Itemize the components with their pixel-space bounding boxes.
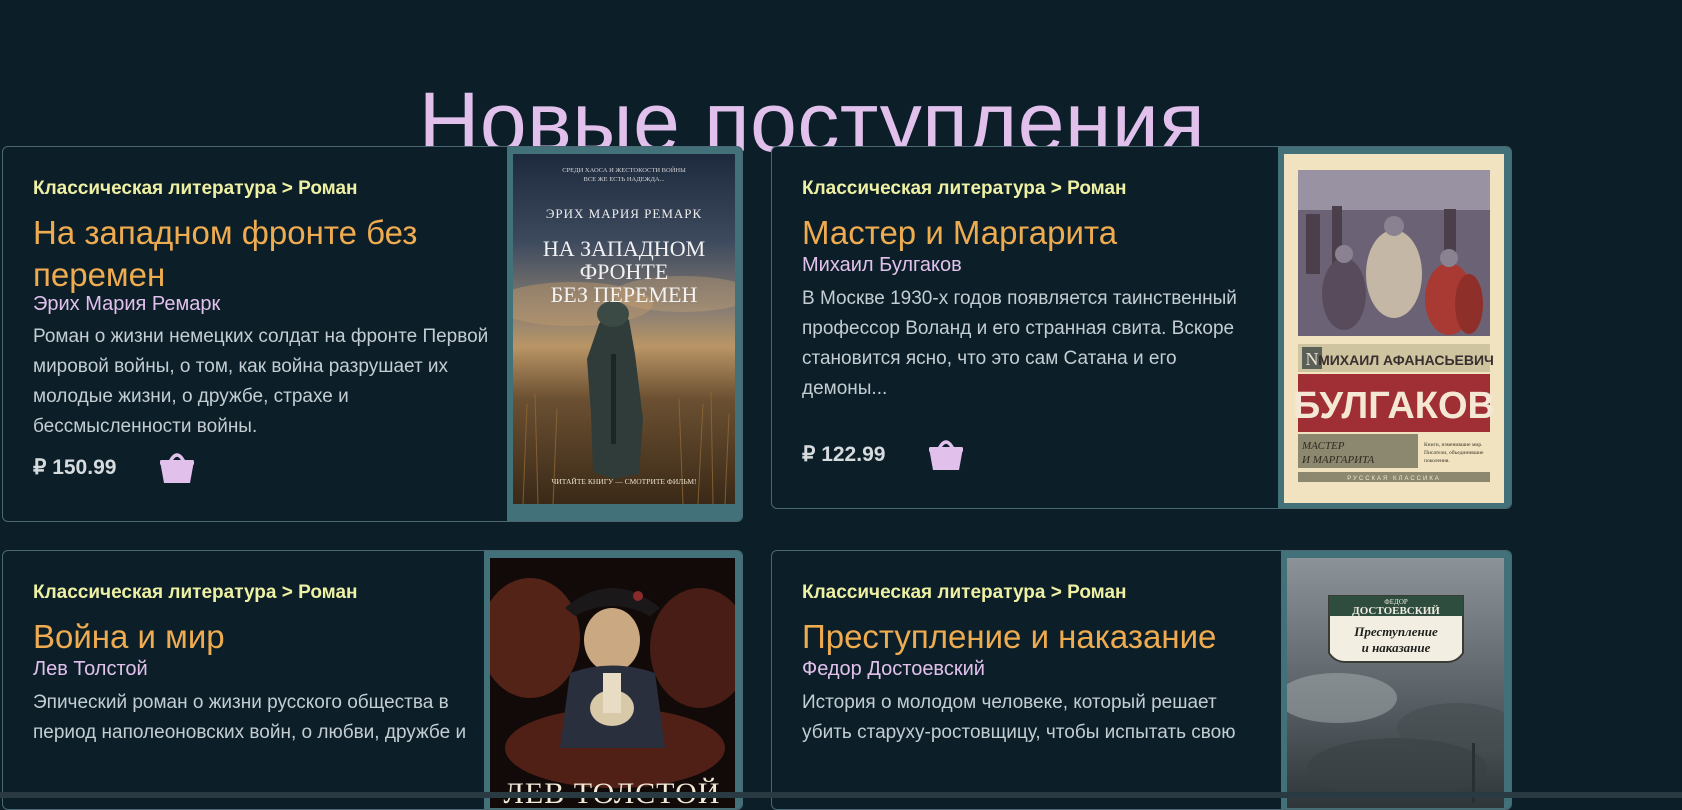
book-price: ₽ 150.99 xyxy=(33,456,117,479)
shopping-basket-icon xyxy=(160,453,194,483)
book-title[interactable]: Война и мир xyxy=(33,616,473,658)
book-cover-frame: СРЕДИ ХАОСА И ЖЕСТОКОСТИ ВОЙНЫ ВСЕ ЖЕ ЕС… xyxy=(507,147,742,521)
cover-author: ДОСТОЕВСКИЙ xyxy=(1352,605,1440,617)
book-title[interactable]: Преступление и наказание xyxy=(802,616,1272,658)
cover-title: НА ЗАПАДНОМ xyxy=(543,236,705,261)
cover-author: МИХАИЛ АФАНАСЬЕВИЧ xyxy=(1318,352,1494,368)
book-category[interactable]: Классическая литература > Роман xyxy=(802,178,1127,200)
cover-title: и наказание xyxy=(1362,640,1431,655)
cover-text: СРЕДИ ХАОСА И ЖЕСТОКОСТИ ВОЙНЫ xyxy=(562,166,686,174)
book-cover-frame: N МИХАИЛ АФАНАСЬЕВИЧ БУЛГАКОВ МАСТЕР И М… xyxy=(1278,147,1511,508)
add-to-cart-button[interactable] xyxy=(157,446,197,486)
cover-title: Преступление xyxy=(1353,624,1438,639)
book-title[interactable]: Мастер и Маргарита xyxy=(802,212,1262,254)
book-card[interactable]: Классическая литература > Роман Преступл… xyxy=(771,550,1512,810)
book-cover-image[interactable]: ЛЕВ ТОЛСТОЙ xyxy=(490,558,735,808)
book-category[interactable]: Классическая литература > Роман xyxy=(33,178,358,200)
cover-title: МАСТЕР xyxy=(1301,440,1345,452)
book-card-body: Классическая литература > Роман Мастер и… xyxy=(772,147,1277,508)
book-card-body: Классическая литература > Роман Война и … xyxy=(3,551,485,809)
cover-title: БЕЗ ПЕРЕМЕН xyxy=(551,282,698,307)
book-title[interactable]: На западном фронте без перемен xyxy=(33,212,473,296)
book-author[interactable]: Михаил Булгаков xyxy=(802,254,962,277)
cover-logo: N xyxy=(1306,349,1319,369)
cover-title: ФРОНТЕ xyxy=(580,259,669,284)
cover-text: Писатели, объединившие xyxy=(1424,449,1484,456)
book-category[interactable]: Классическая литература > Роман xyxy=(802,582,1127,604)
book-cover-image[interactable]: ФЕДОР ДОСТОЕВСКИЙ Преступление и наказан… xyxy=(1287,558,1504,808)
book-description: Роман о жизни немецких солдат на фронте … xyxy=(33,326,489,437)
shopping-basket-icon xyxy=(929,440,963,470)
book-description: Эпический роман о жизни русского обществ… xyxy=(33,692,467,743)
cover-text: ВСЕ ЖЕ ЕСТЬ НАДЕЖДА... xyxy=(584,176,665,183)
cover-text: РУССКАЯ КЛАССИКА xyxy=(1347,476,1441,482)
book-cover-frame: ЛЕВ ТОЛСТОЙ xyxy=(484,551,742,809)
cover-title: И МАРГАРИТА xyxy=(1301,454,1375,466)
book-cover-image[interactable]: СРЕДИ ХАОСА И ЖЕСТОКОСТИ ВОЙНЫ ВСЕ ЖЕ ЕС… xyxy=(513,154,735,504)
book-cover-image[interactable]: N МИХАИЛ АФАНАСЬЕВИЧ БУЛГАКОВ МАСТЕР И М… xyxy=(1284,154,1504,503)
cover-title: БУЛГАКОВ xyxy=(1293,385,1495,427)
book-card[interactable]: Классическая литература > Роман Война и … xyxy=(2,550,743,810)
book-card[interactable]: Классическая литература > Роман На запад… xyxy=(2,146,743,522)
horizontal-scrollbar[interactable] xyxy=(0,792,1682,798)
book-author[interactable]: Эрих Мария Ремарк xyxy=(33,293,220,316)
book-card-body: Классическая литература > Роман Преступл… xyxy=(772,551,1282,809)
book-description: История о молодом человеке, который реша… xyxy=(802,692,1236,743)
add-to-cart-button[interactable] xyxy=(926,433,966,473)
book-author[interactable]: Лев Толстой xyxy=(33,658,148,681)
book-description: В Москве 1930-х годов появляется таинств… xyxy=(802,288,1237,399)
book-card-body: Классическая литература > Роман На запад… xyxy=(3,147,508,521)
book-author[interactable]: Федор Достоевский xyxy=(802,658,985,681)
book-price: ₽ 122.99 xyxy=(802,443,886,466)
cover-text: Книги, изменившие мир. xyxy=(1424,442,1483,448)
cover-text: ЧИТАЙТЕ КНИГУ — СМОТРИТЕ ФИЛЬМ! xyxy=(552,477,697,486)
cover-author: ЭРИХ МАРИЯ РЕМАРК xyxy=(546,206,702,221)
book-card[interactable]: Классическая литература > Роман Мастер и… xyxy=(771,146,1512,509)
cover-text: поколения. xyxy=(1424,458,1450,464)
book-cover-frame: ФЕДОР ДОСТОЕВСКИЙ Преступление и наказан… xyxy=(1281,551,1511,809)
book-category[interactable]: Классическая литература > Роман xyxy=(33,582,358,604)
